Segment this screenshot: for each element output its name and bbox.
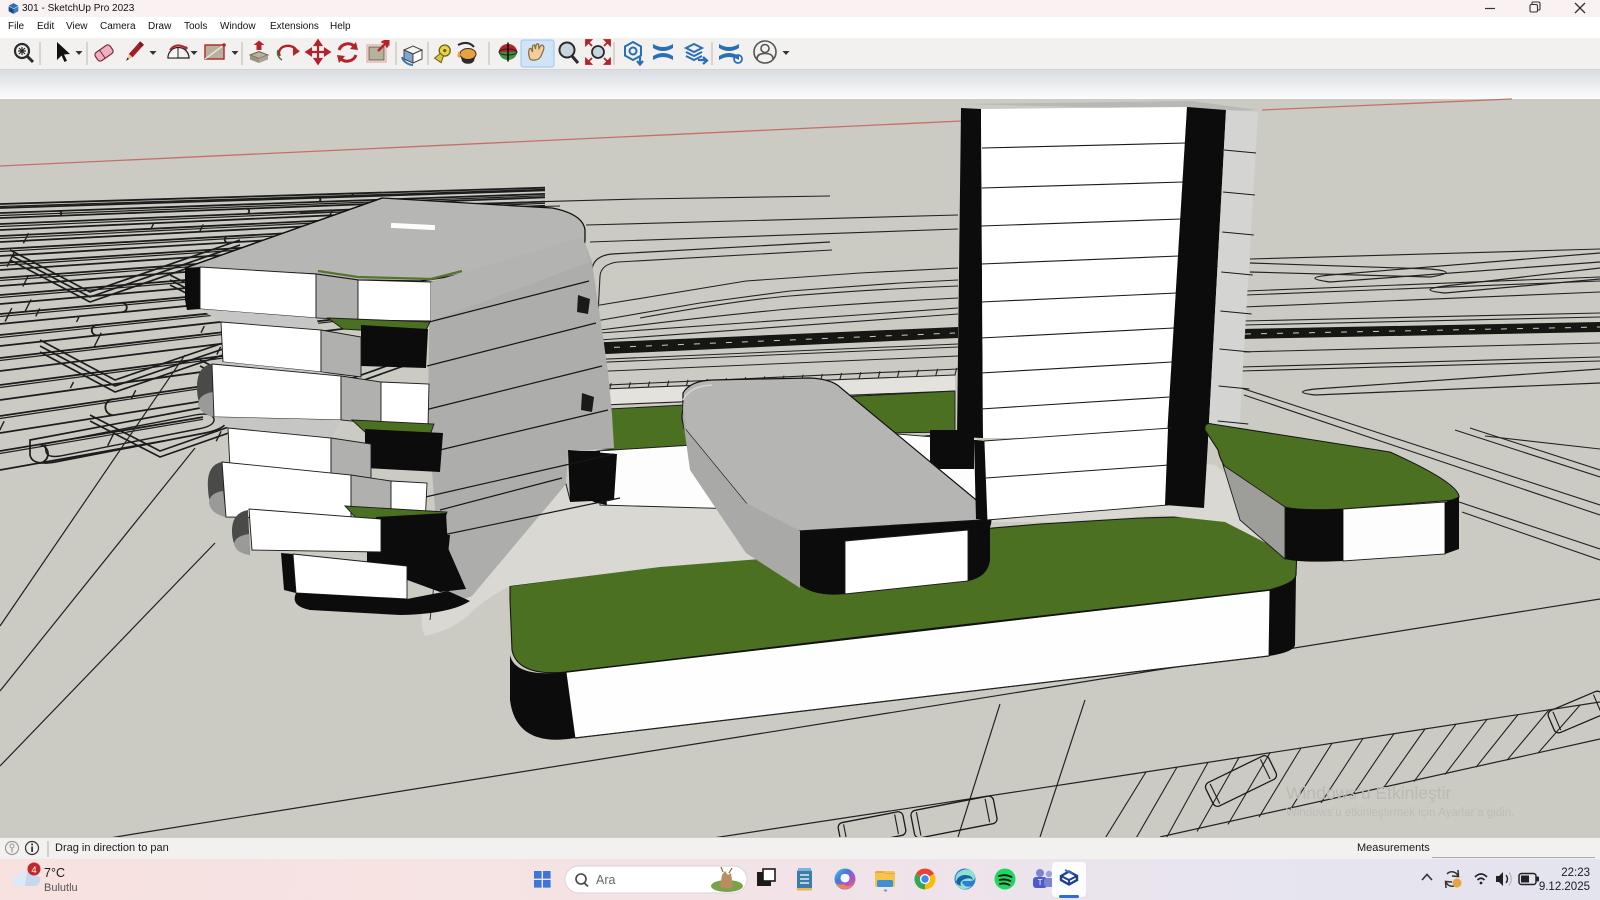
svg-text:T: T: [1038, 878, 1043, 887]
svg-text:4: 4: [31, 865, 36, 876]
svg-text:9.12.2025: 9.12.2025: [1539, 881, 1590, 893]
svg-text:Ara: Ara: [596, 873, 616, 887]
svg-text:Windows’u Etkinleştir: Windows’u Etkinleştir: [1286, 783, 1451, 803]
svg-text:22:23: 22:23: [1561, 867, 1590, 879]
svg-text:7°C: 7°C: [44, 866, 65, 880]
svg-text:Windows’u etkinleştirmek için: Windows’u etkinleştirmek için Ayarlar’a …: [1286, 807, 1514, 819]
svg-text:Bulutlu: Bulutlu: [44, 882, 78, 894]
